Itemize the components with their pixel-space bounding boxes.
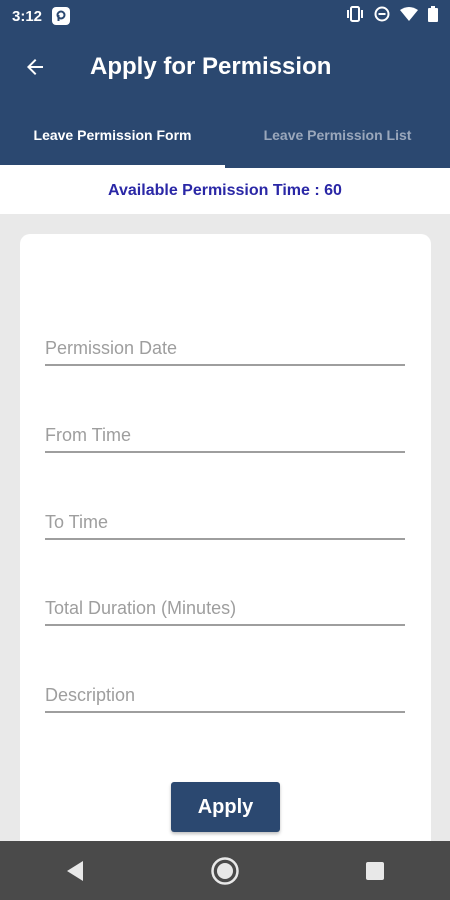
permission-form-card: Apply [20,234,431,854]
to-time-field [45,500,405,540]
available-permission-banner: Available Permission Time : 60 [0,168,450,214]
description-input[interactable] [45,673,405,711]
battery-icon [428,6,438,26]
total-duration-input[interactable] [45,586,405,624]
from-time-input[interactable] [45,413,405,451]
available-permission-text: Available Permission Time : 60 [108,182,342,199]
page-title: Apply for Permission [90,53,332,80]
tab-bar: Leave Permission Form Leave Permission L… [0,102,450,168]
description-field [45,673,405,713]
wifi-icon [400,7,418,25]
notification-p-icon [52,7,71,25]
do-not-disturb-icon [374,6,390,26]
tab-leave-permission-list[interactable]: Leave Permission List [225,102,450,168]
tab-label: Leave Permission Form [33,127,192,143]
home-circle-icon[interactable] [195,841,255,900]
permission-date-field [45,326,405,366]
permission-date-input[interactable] [45,326,405,364]
status-bar: 3:12 [0,0,450,32]
app-bar: Apply for Permission [0,32,450,102]
total-duration-field [45,586,405,626]
tab-leave-permission-form[interactable]: Leave Permission Form [0,102,225,168]
recents-square-icon[interactable] [345,841,405,900]
back-arrow-icon[interactable] [0,32,70,102]
back-triangle-icon[interactable] [45,841,105,900]
tab-label: Leave Permission List [263,127,412,143]
to-time-input[interactable] [45,500,405,538]
vibrate-icon [346,6,364,26]
status-time: 3:12 [12,7,43,25]
apply-button[interactable]: Apply [171,782,280,832]
system-nav-bar [0,841,450,900]
from-time-field [45,413,405,453]
